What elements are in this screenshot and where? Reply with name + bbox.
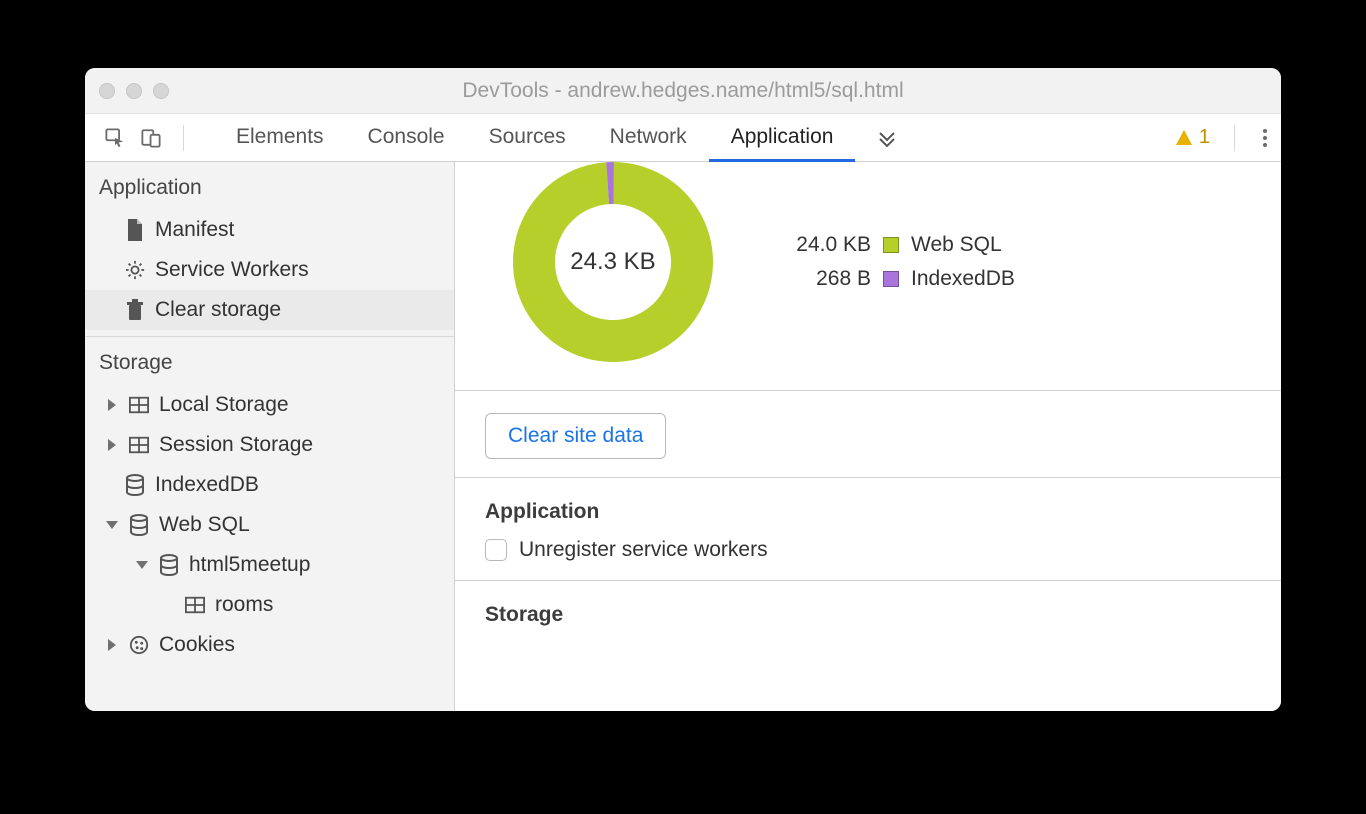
legend-swatch xyxy=(883,237,899,253)
sidebar-item-label: Clear storage xyxy=(155,298,281,322)
table-icon xyxy=(129,395,149,415)
traffic-lights xyxy=(99,83,169,99)
sidebar-item-websql-table[interactable]: rooms xyxy=(85,585,454,625)
sidebar-item-label: Manifest xyxy=(155,218,234,242)
content-panel: 24.3 KB 24.0 KB Web SQL 268 B IndexedDB xyxy=(455,162,1281,711)
sidebar-item-label: Cookies xyxy=(159,633,235,657)
legend-value: 268 B xyxy=(781,267,871,291)
clear-site-data-button[interactable]: Clear site data xyxy=(485,413,666,459)
warning-count: 1 xyxy=(1199,126,1210,149)
storage-donut-chart: 24.3 KB xyxy=(505,162,721,370)
chevron-right-icon xyxy=(108,639,116,651)
devtools-window: DevTools - andrew.hedges.name/html5/sql.… xyxy=(85,68,1281,711)
trash-icon xyxy=(125,300,145,320)
tab-strip: Elements Console Sources Network Applica… xyxy=(214,114,919,161)
table-icon xyxy=(185,595,205,615)
sidebar-item-websql[interactable]: Web SQL xyxy=(85,505,454,545)
separator xyxy=(183,125,184,151)
chevron-down-icon xyxy=(136,561,148,569)
separator xyxy=(1234,125,1235,151)
legend-item: 24.0 KB Web SQL xyxy=(781,233,1015,257)
legend-label: IndexedDB xyxy=(911,267,1015,291)
inspect-icon[interactable] xyxy=(105,128,125,148)
sidebar-item-label: rooms xyxy=(215,593,273,617)
sidebar-item-label: IndexedDB xyxy=(155,473,259,497)
sidebar-item-manifest[interactable]: Manifest xyxy=(85,210,454,250)
sidebar-item-cookies[interactable]: Cookies xyxy=(85,625,454,665)
zoom-icon[interactable] xyxy=(153,83,169,99)
sidebar-item-clear-storage[interactable]: Clear storage xyxy=(85,290,454,330)
sidebar-item-session-storage[interactable]: Session Storage xyxy=(85,425,454,465)
legend-swatch xyxy=(883,271,899,287)
sidebar-item-local-storage[interactable]: Local Storage xyxy=(85,385,454,425)
table-icon xyxy=(129,435,149,455)
storage-usage: 24.3 KB 24.0 KB Web SQL 268 B IndexedDB xyxy=(455,162,1281,391)
tab-console[interactable]: Console xyxy=(346,114,467,162)
legend-label: Web SQL xyxy=(911,233,1002,257)
section-title: Storage xyxy=(485,603,1251,627)
clear-site-data-section: Clear site data xyxy=(455,391,1281,478)
chevron-right-icon xyxy=(108,399,116,411)
tab-sources[interactable]: Sources xyxy=(467,114,588,162)
sidebar-group-storage: Storage xyxy=(85,337,454,385)
legend-item: 268 B IndexedDB xyxy=(781,267,1015,291)
titlebar: DevTools - andrew.hedges.name/html5/sql.… xyxy=(85,68,1281,114)
device-toggle-icon[interactable] xyxy=(141,128,161,148)
gear-icon xyxy=(125,260,145,280)
sidebar: Application Manifest Service Workers Cle… xyxy=(85,162,455,711)
tab-application[interactable]: Application xyxy=(709,114,856,162)
sidebar-item-indexeddb[interactable]: IndexedDB xyxy=(85,465,454,505)
storage-legend: 24.0 KB Web SQL 268 B IndexedDB xyxy=(781,233,1015,291)
close-icon[interactable] xyxy=(99,83,115,99)
legend-value: 24.0 KB xyxy=(781,233,871,257)
storage-total: 24.3 KB xyxy=(505,162,721,370)
devtools-toolbar: Elements Console Sources Network Applica… xyxy=(85,114,1281,162)
sidebar-item-label: Service Workers xyxy=(155,258,309,282)
more-menu-icon[interactable] xyxy=(1259,125,1271,151)
sidebar-item-label: Session Storage xyxy=(159,433,313,457)
sidebar-item-service-workers[interactable]: Service Workers xyxy=(85,250,454,290)
sidebar-item-label: html5meetup xyxy=(189,553,310,577)
sidebar-item-label: Local Storage xyxy=(159,393,289,417)
minimize-icon[interactable] xyxy=(126,83,142,99)
unregister-sw-checkbox[interactable]: Unregister service workers xyxy=(485,538,1251,562)
database-icon xyxy=(129,515,149,535)
tab-network[interactable]: Network xyxy=(588,114,709,162)
database-icon xyxy=(125,475,145,495)
sidebar-item-label: Web SQL xyxy=(159,513,250,537)
tab-elements[interactable]: Elements xyxy=(214,114,346,162)
checkbox-icon xyxy=(485,539,507,561)
tabs-overflow[interactable] xyxy=(855,114,919,162)
application-section: Application Unregister service workers xyxy=(455,478,1281,581)
database-icon xyxy=(159,555,179,575)
section-title: Application xyxy=(485,500,1251,524)
sidebar-item-websql-db[interactable]: html5meetup xyxy=(85,545,454,585)
warnings-badge[interactable]: 1 xyxy=(1175,126,1210,149)
chevron-right-icon xyxy=(108,439,116,451)
file-icon xyxy=(125,220,145,240)
chevron-down-icon xyxy=(106,521,118,529)
window-title: DevTools - andrew.hedges.name/html5/sql.… xyxy=(85,79,1281,103)
sidebar-group-application: Application xyxy=(85,162,454,210)
cookie-icon xyxy=(129,635,149,655)
storage-section: Storage xyxy=(455,581,1281,659)
checkbox-label: Unregister service workers xyxy=(519,538,768,562)
